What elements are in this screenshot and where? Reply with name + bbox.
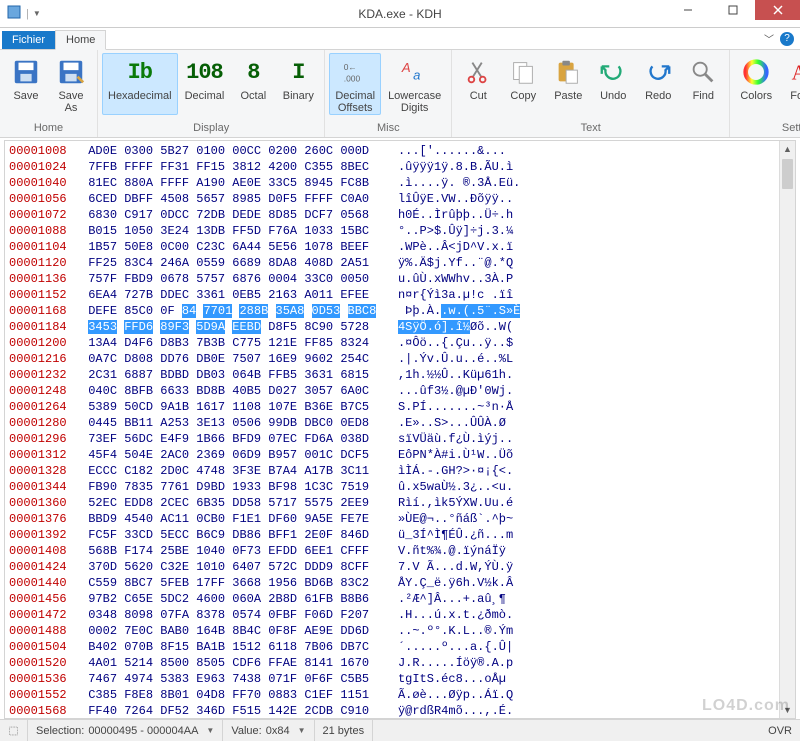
svg-text:.000: .000: [344, 73, 361, 83]
save-icon: [10, 56, 42, 88]
octal-icon: 8: [237, 56, 269, 88]
scroll-thumb[interactable]: [782, 159, 793, 189]
group-text: Cut Copy Paste Undo Redo Find: [452, 50, 730, 137]
window-buttons: [665, 0, 800, 20]
colors-icon: [740, 56, 772, 88]
binary-button[interactable]: I Binary: [276, 53, 320, 115]
svg-text:0←: 0←: [344, 62, 357, 72]
decimal-button[interactable]: 108 Decimal: [179, 53, 231, 115]
ribbon: Save Save As Home Ib Hexadecimal 108 Dec…: [0, 50, 800, 138]
svg-text:a: a: [413, 68, 420, 83]
save-as-icon: [55, 56, 87, 88]
font-button[interactable]: A Font: [779, 53, 800, 115]
decimal-offsets-button[interactable]: 0←.000 Decimal Offsets: [329, 53, 381, 115]
decimal-icon: 108: [188, 56, 220, 88]
chevron-down-icon[interactable]: ▼: [206, 726, 214, 735]
redo-icon: [642, 56, 674, 88]
undo-icon: [597, 56, 629, 88]
maximize-button[interactable]: [710, 0, 755, 20]
copy-button[interactable]: Copy: [501, 53, 545, 115]
group-home: Save Save As Home: [0, 50, 98, 137]
group-display: Ib Hexadecimal 108 Decimal 8 Octal I Bin…: [98, 50, 325, 137]
titlebar: | ▼ KDA.exe - KDH: [0, 0, 800, 28]
group-settings: Colors A Font Layout Settings: [730, 50, 800, 137]
ribbon-tabs: Fichier Home ﹀ ?: [0, 28, 800, 50]
octal-button[interactable]: 8 Octal: [231, 53, 275, 115]
chevron-down-icon[interactable]: ▼: [298, 726, 306, 735]
cut-icon: [462, 56, 494, 88]
find-icon: [687, 56, 719, 88]
find-button[interactable]: Find: [681, 53, 725, 115]
redo-button[interactable]: Redo: [636, 53, 680, 115]
watermark: LO4D.com: [702, 697, 790, 715]
svg-text:A: A: [792, 63, 800, 85]
save-as-button[interactable]: Save As: [49, 53, 93, 115]
colors-button[interactable]: Colors: [734, 53, 778, 115]
status-bar: Selection: 00000495 - 000004AA ▼ Value: …: [0, 719, 800, 741]
cut-button[interactable]: Cut: [456, 53, 500, 115]
group-label-misc: Misc: [325, 120, 451, 137]
decimal-offsets-icon: 0←.000: [339, 56, 371, 88]
paste-icon: [552, 56, 584, 88]
vertical-scrollbar[interactable]: ▲ ▼: [779, 141, 795, 718]
status-selection[interactable]: Selection: 00000495 - 000004AA ▼: [28, 720, 223, 741]
hex-editor[interactable]: 00001008 AD0E 0300 5B27 0100 00CC 0200 2…: [4, 140, 796, 719]
tab-home[interactable]: Home: [55, 30, 106, 50]
undo-button[interactable]: Undo: [591, 53, 635, 115]
hexadecimal-button[interactable]: Ib Hexadecimal: [102, 53, 178, 115]
close-button[interactable]: [755, 0, 800, 20]
status-ovr[interactable]: OVR: [760, 720, 800, 741]
minimize-button[interactable]: [665, 0, 710, 20]
status-bytes: 21 bytes: [315, 720, 374, 741]
binary-icon: I: [282, 56, 314, 88]
status-select-icon[interactable]: [0, 720, 28, 741]
lowercase-digits-button[interactable]: Aa Lowercase Digits: [382, 53, 447, 115]
scroll-up-icon[interactable]: ▲: [780, 141, 795, 157]
group-label-display: Display: [98, 120, 324, 137]
collapse-ribbon-icon[interactable]: ﹀: [764, 31, 774, 46]
help-icon[interactable]: ?: [780, 32, 794, 46]
status-value[interactable]: Value: 0x84 ▼: [223, 720, 314, 741]
lowercase-icon: Aa: [399, 56, 431, 88]
font-icon: A: [785, 56, 800, 88]
hex-icon: Ib: [124, 56, 156, 88]
svg-text:A: A: [401, 60, 411, 75]
save-button[interactable]: Save: [4, 53, 48, 115]
paste-button[interactable]: Paste: [546, 53, 590, 115]
group-misc: 0←.000 Decimal Offsets Aa Lowercase Digi…: [325, 50, 452, 137]
group-label-settings: Settings: [730, 120, 800, 137]
copy-icon: [507, 56, 539, 88]
group-label-home: Home: [0, 120, 97, 137]
tab-file[interactable]: Fichier: [2, 31, 55, 49]
group-label-text: Text: [452, 120, 729, 137]
